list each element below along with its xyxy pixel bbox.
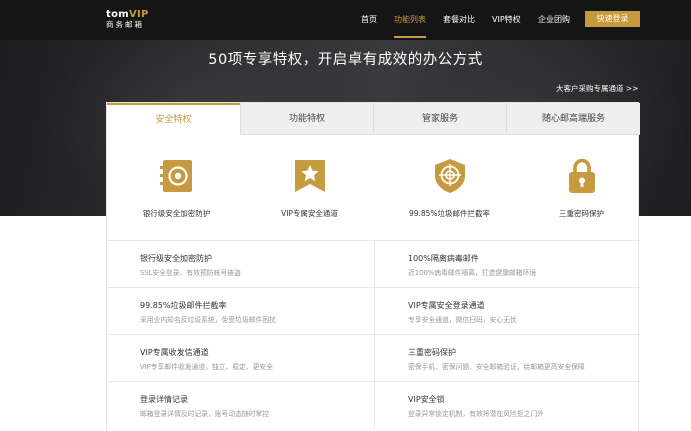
logo-text: tom xyxy=(106,9,129,20)
tab-bar: 安全特权 功能特权 管家服务 随心邮高端服务 xyxy=(107,103,640,135)
top-navigation-bar: tomVIP 商务邮箱 首页 功能列表 套餐对比 VIP特权 企业团购 快速登录 xyxy=(0,0,691,40)
feature-label: 99.85%垃圾邮件拦截率 xyxy=(408,209,491,218)
list-item-desc: 密保手机、密保问题、安全邮箱验证，给邮箱更高安全保障 xyxy=(408,363,585,371)
list-item-title: 100%隔离病毒邮件 xyxy=(408,254,479,263)
list-item: 100%隔离病毒邮件 近100%病毒邮件隔离，打造健康邮箱环境 xyxy=(374,241,640,288)
list-item-title: 三重密码保护 xyxy=(408,348,456,357)
list-item-desc: VIP专享邮件收发通道，独立、稳定、更安全 xyxy=(140,363,274,371)
list-item: 三重密码保护 密保手机、密保问题、安全邮箱验证，给邮箱更高安全保障 xyxy=(374,335,640,382)
list-row: 登录详情记录 邮箱登录详情及时记录，账号动态随时掌控 VIP安全锁 登录异常锁定… xyxy=(107,381,640,429)
feature-item: 99.85%垃圾邮件拦截率 xyxy=(383,157,516,219)
list-item: 银行级安全加密防护 SSL安全登录、有效预防帐号被盗 xyxy=(107,241,373,288)
nav-item-compare[interactable]: 套餐对比 xyxy=(443,14,475,25)
page-title: 50项专享特权，开启卓有成效的办公方式 xyxy=(208,52,483,68)
feature-item: 银行级安全加密防护 xyxy=(110,157,243,219)
privileges-card: 安全特权 功能特权 管家服务 随心邮高端服务 银行级安全加密防护 VIP专属安全… xyxy=(106,102,640,431)
list-item-desc: 采用业内知名反垃圾系统，免受垃圾邮件困扰 xyxy=(140,316,276,324)
enterprise-purchase-link[interactable]: 大客户采购专属通道 >> xyxy=(556,83,638,94)
list-row: 银行级安全加密防护 SSL安全登录、有效预防帐号被盗 100%隔离病毒邮件 近1… xyxy=(107,240,640,288)
tab-functions[interactable]: 功能特权 xyxy=(240,103,373,135)
nav-item-home[interactable]: 首页 xyxy=(361,14,377,25)
feature-label: VIP专属安全通道 xyxy=(281,209,338,218)
list-item: VIP专属安全登录通道 专享安全通道，微信扫码，安心无忧 xyxy=(374,288,640,335)
feature-item: VIP专属安全通道 xyxy=(243,157,376,219)
list-item-title: VIP专属收发信通道 xyxy=(140,348,209,357)
feature-label: 银行级安全加密防护 xyxy=(142,209,211,218)
star-badge-icon xyxy=(294,160,325,192)
list-item-desc: SSL安全登录、有效预防帐号被盗 xyxy=(140,269,241,277)
logo-vip-text: VIP xyxy=(128,9,149,20)
nav-item-vip[interactable]: VIP特权 xyxy=(492,14,521,25)
list-item: 99.85%垃圾邮件拦截率 采用业内知名反垃圾系统，免受垃圾邮件困扰 xyxy=(107,288,373,335)
lock-icon xyxy=(568,158,595,193)
shield-target-icon xyxy=(434,159,465,193)
list-item-title: 银行级安全加密防护 xyxy=(140,254,212,263)
list-item-title: 登录详情记录 xyxy=(140,395,188,404)
feature-label: 三重密码保护 xyxy=(559,209,604,218)
list-item-desc: 邮箱登录详情及时记录，账号动态随时掌控 xyxy=(140,410,270,418)
list-row: VIP专属收发信通道 VIP专享邮件收发通道，独立、稳定、更安全 三重密码保护 … xyxy=(107,334,640,382)
list-item-desc: 近100%病毒邮件隔离，打造健康邮箱环境 xyxy=(408,269,537,277)
feature-item: 三重密码保护 xyxy=(515,157,648,219)
quick-login-button[interactable]: 快速登录 xyxy=(585,11,640,27)
list-row: 99.85%垃圾邮件拦截率 采用业内知名反垃圾系统，免受垃圾邮件困扰 VIP专属… xyxy=(107,287,640,335)
tab-premium[interactable]: 随心邮高端服务 xyxy=(506,103,640,135)
list-item-title: VIP专属安全登录通道 xyxy=(408,301,485,310)
list-item-desc: 登录异常锁定机制，有效将潜在风险拒之门外 xyxy=(408,410,544,418)
list-item-title: VIP安全锁 xyxy=(408,395,445,404)
nav-item-features[interactable]: 功能列表 xyxy=(394,14,426,38)
list-item-desc: 专享安全通道，微信扫码，安心无忧 xyxy=(408,316,517,324)
list-item: VIP专属收发信通道 VIP专享邮件收发通道，独立、稳定、更安全 xyxy=(107,335,373,382)
logo-subtitle: 商务邮箱 xyxy=(106,20,144,29)
feature-icons-row: 银行级安全加密防护 VIP专属安全通道 99.85%垃圾邮件拦截率 三重密码保护 xyxy=(107,135,640,240)
logo[interactable]: tomVIP 商务邮箱 xyxy=(106,9,149,30)
tab-butler[interactable]: 管家服务 xyxy=(373,103,506,135)
list-item: VIP安全锁 登录异常锁定机制，有效将潜在风险拒之门外 xyxy=(374,382,640,429)
safe-icon xyxy=(159,160,192,192)
list-item-title: 99.85%垃圾邮件拦截率 xyxy=(140,301,227,310)
nav-item-enterprise[interactable]: 企业团购 xyxy=(538,14,570,25)
tab-security[interactable]: 安全特权 xyxy=(107,103,240,135)
list-item: 登录详情记录 邮箱登录详情及时记录，账号动态随时掌控 xyxy=(107,382,373,429)
